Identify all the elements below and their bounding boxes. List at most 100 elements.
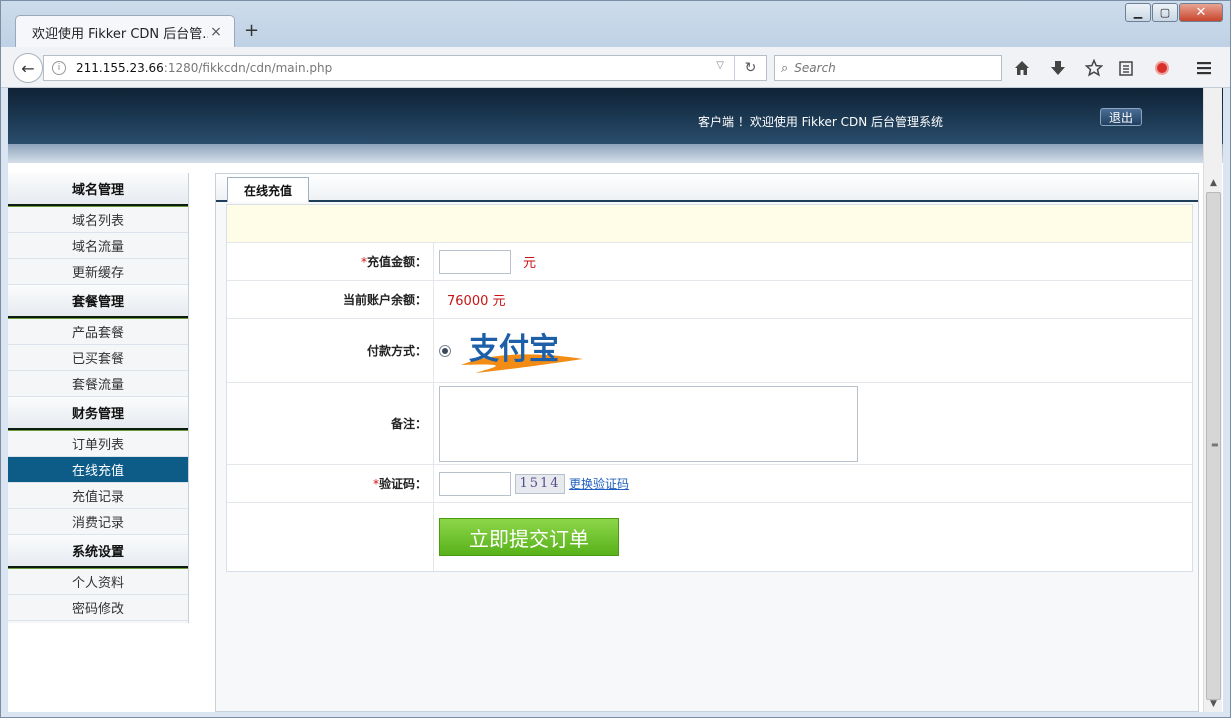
notice-bar (227, 205, 1192, 243)
welcome-text: 客户端 ！欢迎使用 Fikker CDN 后台管理系统 (698, 115, 944, 129)
close-icon: ✕ (1195, 5, 1207, 20)
sidebar-item-domain-traffic[interactable]: 域名流量 (8, 233, 188, 259)
remark-value-cell (434, 383, 1192, 464)
tab-online-recharge[interactable]: 在线充值 (227, 177, 309, 202)
submit-label-cell (227, 503, 434, 571)
balance-value: 76000 元 (447, 294, 506, 309)
alipay-radio[interactable] (439, 344, 451, 357)
sidebar-item-update-cache[interactable]: 更新缓存 (8, 259, 188, 285)
sidebar-section-domain[interactable]: 域名管理 (8, 173, 188, 207)
payment-value-cell: 支付宝 (434, 319, 1192, 382)
sidebar-item-package-traffic[interactable]: 套餐流量 (8, 371, 188, 397)
chevron-down-icon[interactable]: ▽ (716, 60, 724, 71)
search-bar[interactable]: ⌕ (774, 55, 1002, 81)
grip-icon: ▬ (1211, 440, 1219, 449)
captcha-label: 验证码： (378, 477, 427, 491)
sidebar-item-change-password[interactable]: 密码修改 (8, 595, 188, 621)
amount-label-cell: * 充值金额： (227, 243, 434, 280)
submit-row: 立即提交订单 (227, 503, 1192, 571)
sidebar-item-recharge-record[interactable]: 充值记录 (8, 483, 188, 509)
navigation-bar: ← i 211.155.23.66 :1280/fikkcdn/cdn/main… (1, 47, 1230, 88)
captcha-image[interactable]: 1514 (515, 473, 565, 494)
sidebar-section-package[interactable]: 套餐管理 (8, 285, 188, 319)
amount-unit: 元 (523, 256, 537, 271)
sidebar-item-order-list[interactable]: 订单列表 (8, 431, 188, 457)
reading-list-button[interactable] (1115, 57, 1137, 79)
reload-icon: ↻ (744, 60, 757, 76)
panel-tabstrip: 在线充值 (216, 174, 1198, 202)
reload-button[interactable]: ↻ (734, 56, 766, 80)
amount-label: 充值金额： (366, 255, 427, 269)
sidebar-section-finance[interactable]: 财务管理 (8, 397, 188, 431)
sidebar-item-product-package[interactable]: 产品套餐 (8, 319, 188, 345)
record-icon (1155, 61, 1169, 75)
amount-value-cell: 元 (434, 243, 1192, 280)
arrow-left-icon: ← (21, 58, 35, 78)
page-scrollbar[interactable]: ▲ ▬ ▼ (1203, 88, 1222, 712)
search-input[interactable] (794, 61, 985, 75)
sidebar-item-consumption-record[interactable]: 消费记录 (8, 509, 188, 535)
alipay-logo-icon: 支付宝 (461, 332, 583, 373)
hamburger-menu-icon (1197, 62, 1211, 75)
back-button[interactable]: ← (13, 53, 43, 83)
url-path: :1280/fikkcdn/cdn/main.php (163, 61, 333, 75)
header-strip (8, 144, 1223, 163)
site-header: 客户端 ！欢迎使用 Fikker CDN 后台管理系统 退出 (8, 88, 1223, 144)
new-tab-button[interactable]: + (244, 22, 259, 40)
menu-button[interactable] (1193, 57, 1215, 79)
sidebar: 域名管理 域名列表 域名流量 更新缓存 套餐管理 产品套餐 已买套餐 套餐流量 … (8, 173, 189, 623)
captcha-value-cell: 1514 更换验证码 (434, 465, 1192, 502)
recharge-form: * 充值金额： 元 当前账户余额： 76000 元 付款方式： 支付宝 备注： … (226, 204, 1193, 572)
maximize-button[interactable]: ▢ (1152, 3, 1178, 22)
sidebar-item-bought-package[interactable]: 已买套餐 (8, 345, 188, 371)
downloads-button[interactable] (1047, 57, 1069, 79)
payment-label: 付款方式： (227, 319, 434, 382)
extension-button[interactable] (1151, 57, 1173, 79)
close-tab-icon[interactable]: × (208, 24, 224, 40)
alipay-logo-text: 支付宝 (469, 332, 559, 367)
remark-label: 备注： (227, 383, 434, 464)
logout-button[interactable]: 退出 (1100, 108, 1142, 126)
refresh-captcha-link[interactable]: 更换验证码 (569, 475, 629, 492)
clipboard-icon (1119, 61, 1133, 76)
scroll-down-icon[interactable]: ▼ (1204, 695, 1223, 712)
sidebar-item-profile[interactable]: 个人资料 (8, 569, 188, 595)
tab-title: 欢迎使用 Fikker CDN 后台管... (32, 26, 208, 42)
address-bar[interactable]: i 211.155.23.66 :1280/fikkcdn/cdn/main.p… (43, 55, 767, 81)
page-content: 客户端 ！欢迎使用 Fikker CDN 后台管理系统 退出 域名管理 域名列表… (8, 88, 1223, 712)
amount-row: * 充值金额： 元 (227, 243, 1192, 281)
main-panel: 在线充值 * 充值金额： 元 当前账户余额： 76000 元 付款方式： 支付宝… (215, 173, 1199, 712)
url-host: 211.155.23.66 (76, 61, 164, 75)
star-icon (1085, 59, 1103, 77)
balance-row: 当前账户余额： 76000 元 (227, 281, 1192, 319)
submit-order-button[interactable]: 立即提交订单 (439, 518, 619, 556)
home-button[interactable] (1011, 57, 1033, 79)
submit-value-cell: 立即提交订单 (434, 503, 1192, 571)
bookmark-button[interactable] (1083, 57, 1105, 79)
browser-tab[interactable]: 欢迎使用 Fikker CDN 后台管... × (15, 15, 235, 48)
minimize-button[interactable]: ▁ (1125, 3, 1151, 22)
sidebar-section-system[interactable]: 系统设置 (8, 535, 188, 569)
amount-input[interactable] (439, 249, 511, 274)
remark-row: 备注： (227, 383, 1192, 465)
sidebar-item-online-recharge[interactable]: 在线充值 (8, 457, 188, 483)
search-icon: ⌕ (781, 60, 789, 76)
sidebar-item-domain-list[interactable]: 域名列表 (8, 207, 188, 233)
scrollbar-thumb[interactable]: ▬ (1206, 192, 1221, 700)
browser-window: 欢迎使用 Fikker CDN 后台管... × + ▁ ▢ ✕ ← i 211… (0, 0, 1231, 718)
close-window-button[interactable]: ✕ (1179, 3, 1223, 22)
remark-textarea[interactable] (439, 385, 858, 462)
info-icon[interactable]: i (52, 61, 66, 75)
maximize-icon: ▢ (1159, 6, 1171, 19)
scroll-up-icon[interactable]: ▲ (1204, 174, 1223, 191)
home-icon (1015, 61, 1029, 75)
payment-row: 付款方式： 支付宝 (227, 319, 1192, 383)
captcha-label-cell: * 验证码： (227, 465, 434, 502)
balance-label: 当前账户余额： (227, 281, 434, 318)
captcha-row: * 验证码： 1514 更换验证码 (227, 465, 1192, 503)
captcha-input[interactable] (439, 471, 511, 496)
title-bar: 欢迎使用 Fikker CDN 后台管... × + ▁ ▢ ✕ (1, 1, 1230, 48)
balance-value-cell: 76000 元 (434, 281, 1192, 318)
minimize-icon: ▁ (1133, 6, 1143, 19)
download-icon (1051, 61, 1065, 75)
